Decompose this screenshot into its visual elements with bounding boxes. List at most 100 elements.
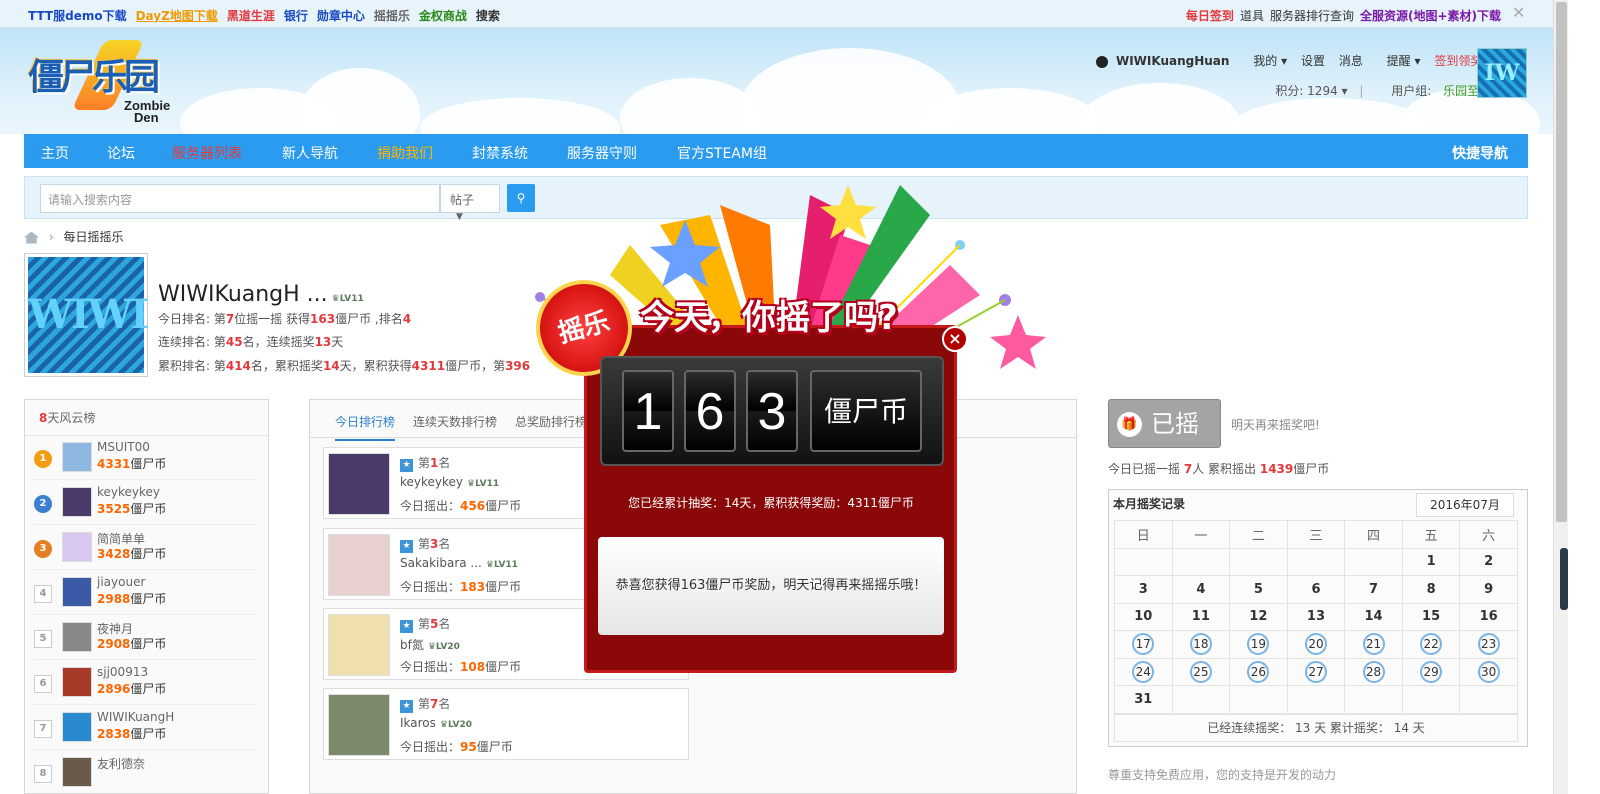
- player-name[interactable]: bf氮 ♛LV20: [400, 636, 460, 653]
- avatar[interactable]: [62, 442, 92, 472]
- messages-link[interactable]: 消息: [1339, 54, 1363, 68]
- top-link[interactable]: 全服资源(地图+素材)下载: [1360, 9, 1501, 23]
- leaderboard-name[interactable]: keykeykey: [97, 485, 160, 499]
- level-crown-icon: ♛LV11: [331, 294, 364, 304]
- top-links-right: 每日签到 道具 服务器排行查询 全服资源(地图+素材)下载: [1180, 7, 1501, 24]
- nav-ban-system[interactable]: 封禁系统: [472, 143, 528, 163]
- breadcrumb-current[interactable]: 每日摇摇乐: [63, 230, 123, 244]
- logo-subtext: Zombie Den: [124, 98, 171, 125]
- shake-hint: 明天再来摇奖吧!: [1231, 418, 1320, 432]
- star-icon: ★: [400, 540, 413, 553]
- profile-avatar[interactable]: WIWI: [24, 253, 149, 377]
- calendar-empty: [1229, 547, 1288, 576]
- tab-total[interactable]: 总奖励排行榜: [515, 413, 587, 430]
- username-link[interactable]: WIWIKuangHuan: [1116, 54, 1230, 68]
- modal-summary: 您已经累计抽奖：14天，累积获得奖励：4311僵尸币: [628, 496, 914, 510]
- calendar-empty: [1401, 685, 1461, 714]
- leaderboard-name[interactable]: sjj00913: [97, 665, 148, 679]
- avatar[interactable]: [62, 577, 92, 607]
- star-icon: ★: [400, 620, 413, 633]
- leaderboard-row[interactable]: 2 keykeykey 3525僵尸币: [33, 481, 258, 525]
- prize-counter: 1 6 3 僵尸币: [600, 356, 944, 466]
- top-link[interactable]: DayZ地图下载: [136, 9, 218, 23]
- top-link[interactable]: 搜索: [476, 9, 500, 23]
- top-link[interactable]: 勋章中心: [317, 9, 365, 23]
- avatar[interactable]: [328, 534, 390, 596]
- home-icon[interactable]: [24, 231, 39, 244]
- avatar[interactable]: [328, 614, 390, 676]
- top-link[interactable]: 摇摇乐: [374, 9, 410, 23]
- weekday-header: 一: [1171, 520, 1231, 549]
- settings-link[interactable]: 设置: [1301, 54, 1325, 68]
- leaderboard-row[interactable]: 8 友利德奈: [33, 751, 258, 794]
- shake-calendar: 本月摇奖记录 2016年07月 日一二三四五六 1 2 3 4 5 6 7 8 9 10 11 12 13…: [1108, 489, 1528, 747]
- scrollbar-thumb[interactable]: [1556, 2, 1567, 522]
- already-shaken-button[interactable]: 🎁 已摇过: [1108, 399, 1221, 487]
- close-icon[interactable]: ×: [942, 326, 968, 352]
- ranking-card[interactable]: ★ 第7名 Ikaros ♛LV20 今日摇出：95僵尸币: [323, 688, 689, 760]
- calendar-day: 23: [1459, 630, 1518, 659]
- weekday-header: 日: [1114, 520, 1173, 549]
- top-link[interactable]: 银行: [284, 9, 308, 23]
- leaderboard-coins: 2988僵尸币: [97, 592, 167, 606]
- calendar-day: 16: [1459, 602, 1518, 631]
- leaderboard-row[interactable]: 5 夜神月 2908僵尸币: [33, 616, 258, 660]
- nav-home[interactable]: 主页: [41, 143, 69, 163]
- top-link[interactable]: 服务器排行查询: [1270, 9, 1354, 23]
- top-link[interactable]: 每日签到: [1186, 9, 1234, 23]
- level-crown-icon: ♛LV20: [439, 720, 472, 730]
- nav-donate[interactable]: 捐助我们: [377, 143, 433, 163]
- calendar-empty: [1344, 547, 1403, 576]
- nav-forum[interactable]: 论坛: [107, 143, 135, 163]
- page-scrollbar[interactable]: [1553, 0, 1568, 794]
- close-icon[interactable]: ✕: [1512, 3, 1525, 22]
- avatar[interactable]: [328, 694, 390, 756]
- side-widget[interactable]: [1560, 548, 1568, 610]
- points-menu[interactable]: 积分: 1294 ▾: [1267, 84, 1347, 98]
- nav-newbie-guide[interactable]: 新人导航: [282, 143, 338, 163]
- leaderboard-name[interactable]: WIWIKuangH: [97, 710, 174, 724]
- leaderboard-name[interactable]: MSUIT00: [97, 440, 150, 454]
- top-links-left: TTT服demo下载 DayZ地图下载 黑道生涯 银行 勋章中心 摇摇乐 金权商战 搜索: [28, 7, 509, 24]
- top-link[interactable]: 道具: [1240, 9, 1264, 23]
- leaderboard-name[interactable]: jiayouer: [97, 575, 145, 589]
- top-link[interactable]: 黑道生涯: [227, 9, 275, 23]
- player-name[interactable]: Ikaros ♛LV20: [400, 716, 472, 730]
- leaderboard-row[interactable]: 6 sjj00913 2896僵尸币: [33, 661, 258, 705]
- leaderboard-row[interactable]: 4 jiayouer 2988僵尸币: [33, 571, 258, 615]
- leaderboard-coins: 3525僵尸币: [97, 502, 167, 516]
- rank-label: ★ 第3名: [400, 535, 450, 553]
- avatar[interactable]: [62, 712, 92, 742]
- nav-server-list[interactable]: 服务器列表: [172, 143, 242, 163]
- search-input[interactable]: 请输入搜索内容: [40, 184, 440, 213]
- avatar[interactable]: [62, 667, 92, 697]
- calendar-day: 5: [1229, 575, 1288, 604]
- avatar[interactable]: [328, 453, 390, 515]
- search-type-select[interactable]: 帖子 ▼: [440, 184, 500, 222]
- rank-label: ★ 第7名: [400, 695, 450, 713]
- leaderboard-row[interactable]: 7 WIWIKuangH 2838僵尸币: [33, 706, 258, 750]
- nav-quick[interactable]: 快捷导航: [1452, 143, 1508, 163]
- leaderboard-row[interactable]: 1 MSUIT00 4331僵尸币: [33, 436, 258, 480]
- player-name[interactable]: keykeykey ♛LV11: [400, 475, 499, 489]
- avatar[interactable]: [62, 532, 92, 562]
- top-link[interactable]: 金权商战: [419, 9, 467, 23]
- avatar[interactable]: [62, 757, 92, 787]
- top-link[interactable]: TTT服demo下载: [28, 9, 127, 23]
- site-logo[interactable]: 僵尸乐园 Zombie Den: [28, 40, 188, 128]
- calendar-grid: 日一二三四五六 1 2 3 4 5 6 7 8 9 10 11 12 13 14 15 16 17 18 19 20 21…: [1114, 520, 1518, 714]
- tab-today[interactable]: 今日排行榜: [335, 413, 396, 441]
- leaderboard-name[interactable]: 友利德奈: [97, 755, 145, 772]
- nav-server-rules[interactable]: 服务器守则: [567, 143, 637, 163]
- breadcrumb-sep: ›: [48, 230, 54, 244]
- leaderboard-row[interactable]: 3 简简单单 3428僵尸币: [33, 526, 258, 570]
- avatar[interactable]: [62, 622, 92, 652]
- player-name[interactable]: Sakakibara ... ♛LV11: [400, 556, 518, 570]
- nav-steam-group[interactable]: 官方STEAM组: [677, 143, 767, 163]
- tab-streak[interactable]: 连续天数排行榜: [413, 413, 497, 430]
- header-avatar[interactable]: IW: [1477, 48, 1527, 98]
- reminders-menu[interactable]: 提醒 ▾: [1377, 54, 1421, 68]
- my-menu[interactable]: 我的 ▾: [1243, 54, 1287, 68]
- search-button[interactable]: ⚲: [507, 184, 535, 212]
- avatar[interactable]: [62, 487, 92, 517]
